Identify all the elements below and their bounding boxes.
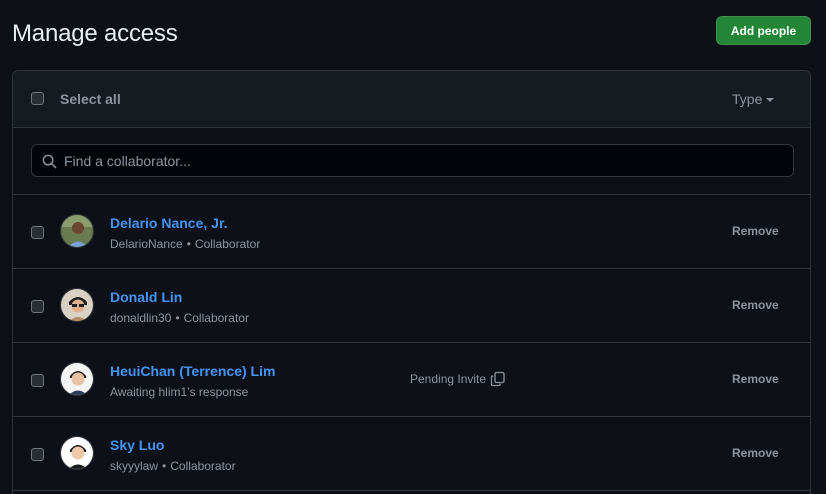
pending-invite: Pending Invite — [410, 371, 506, 387]
collaborator-username: skyyylaw — [110, 459, 159, 473]
collaborator-name-link[interactable]: Donald Lin — [110, 289, 182, 305]
select-all-label: Select all — [60, 91, 121, 107]
avatar[interactable] — [60, 362, 94, 396]
collaborator-name-link[interactable]: HeuiChan (Terrence) Lim — [110, 363, 275, 379]
collaborator-row: Sky Luo skyyylaw • Collaborator Remove — [13, 417, 810, 491]
invite-status-text: Awaiting hlim1’s response — [110, 385, 249, 399]
search-icon — [42, 154, 57, 169]
select-all-checkbox[interactable] — [31, 92, 44, 105]
row-checkbox[interactable] — [31, 448, 44, 461]
pending-invite-label: Pending Invite — [410, 372, 487, 386]
type-filter-dropdown[interactable]: Type — [732, 91, 775, 107]
add-people-button[interactable]: Add people — [716, 16, 811, 45]
remove-button[interactable]: Remove — [732, 446, 779, 460]
avatar[interactable] — [60, 288, 94, 322]
collaborator-row: HeuiChan (Terrence) Lim Awaiting hlim1’s… — [13, 343, 810, 417]
collaborator-username: DelarioNance — [110, 237, 183, 251]
search-row — [13, 128, 810, 195]
meta-separator: • — [186, 237, 191, 251]
collaborator-username: donaldlin30 — [110, 311, 172, 325]
collaborators-panel: Select all Type Find a collaborator... D… — [12, 70, 811, 494]
page-title: Manage access — [12, 20, 178, 47]
remove-button[interactable]: Remove — [732, 372, 779, 386]
collaborator-meta: skyyylaw • Collaborator — [110, 459, 236, 473]
copy-icon[interactable] — [490, 371, 506, 387]
collaborator-row: Donald Lin donaldlin30 • Collaborator Remo… — [13, 269, 810, 343]
collaborator-meta: donaldlin30 • Collaborator — [110, 311, 249, 325]
search-box[interactable] — [31, 144, 794, 177]
collaborator-meta: DelarioNance • Collaborator — [110, 237, 260, 251]
row-checkbox[interactable] — [31, 226, 44, 239]
collaborator-name-link[interactable]: Delario Nance, Jr. — [110, 215, 228, 231]
caret-down-icon — [766, 98, 775, 102]
panel-header: Select all Type — [13, 71, 810, 128]
remove-button[interactable]: Remove — [732, 298, 779, 312]
manage-access-page: Manage access Add people Select all Type — [0, 0, 826, 494]
remove-button[interactable]: Remove — [732, 224, 779, 238]
avatar[interactable] — [60, 436, 94, 470]
collaborator-role: Collaborator — [170, 459, 236, 473]
collaborator-role: Collaborator — [194, 237, 261, 251]
find-collaborator-input[interactable] — [64, 145, 784, 176]
collaborator-name-link[interactable]: Sky Luo — [110, 437, 164, 453]
collaborator-role: Collaborator — [183, 311, 249, 325]
meta-separator: • — [162, 459, 167, 473]
row-checkbox[interactable] — [31, 300, 44, 313]
avatar[interactable] — [60, 214, 94, 248]
type-filter-label: Type — [732, 91, 763, 107]
collaborator-row: Delario Nance, Jr. DelarioNance • Collabor… — [13, 195, 810, 269]
row-checkbox[interactable] — [31, 374, 44, 387]
meta-separator: • — [175, 311, 180, 325]
